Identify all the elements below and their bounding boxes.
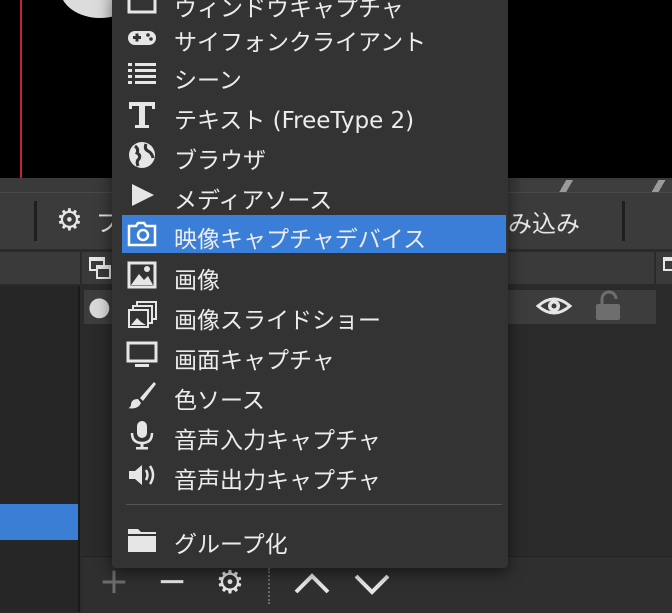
menu-item-label: 映像キャプチャデバイス xyxy=(174,227,427,253)
menu-item-label: 画像スライドショー xyxy=(174,308,381,334)
folder-icon xyxy=(128,529,156,552)
menu-item-audio-input-capture[interactable]: 音声入力キャプチャ xyxy=(122,416,506,454)
camera-icon xyxy=(127,221,157,247)
lock-icon[interactable] xyxy=(594,290,622,322)
divider xyxy=(34,201,37,241)
slideshow-icon xyxy=(128,301,157,328)
microphone-icon xyxy=(130,421,154,450)
toolbar-divider xyxy=(268,568,270,604)
menu-item-label: 音声入力キャプチャ xyxy=(174,428,381,454)
menu-item-video-capture-device[interactable]: 映像キャプチャデバイス xyxy=(122,215,506,253)
menu-item-scene[interactable]: シーン xyxy=(122,56,506,94)
menu-item-label: 画像 xyxy=(174,268,220,294)
scene-list-item-selected[interactable] xyxy=(0,504,78,540)
menu-item-label: グループ化 xyxy=(174,532,288,558)
menu-item-label: サイフォンクライアント xyxy=(174,30,427,56)
speaker-icon xyxy=(129,465,155,485)
menu-item-audio-output-capture[interactable]: 音声出力キャプチャ xyxy=(122,456,506,494)
menu-item-group[interactable]: グループ化 xyxy=(122,520,506,558)
gear-icon[interactable]: ⚙ xyxy=(56,203,83,238)
float-dock-icon[interactable] xyxy=(88,256,112,280)
scenes-dock-header xyxy=(0,252,80,284)
menu-item-label: 色ソース xyxy=(174,388,265,414)
menu-item-image-slideshow[interactable]: 画像スライドショー xyxy=(122,296,506,334)
import-button-label[interactable]: み込み xyxy=(508,204,580,239)
play-icon xyxy=(132,184,154,206)
menu-item-label: ブラウザ xyxy=(174,148,266,174)
globe-icon: ● xyxy=(88,292,111,322)
brush-icon xyxy=(128,382,156,409)
eye-icon[interactable] xyxy=(536,292,572,320)
menu-item-label: テキスト (FreeType 2) xyxy=(174,108,415,134)
menu-item-image[interactable]: 画像 xyxy=(122,256,506,294)
monitor-icon xyxy=(126,341,158,367)
globe-icon xyxy=(129,142,155,168)
float-dock-icon-right[interactable] xyxy=(662,256,672,280)
menu-item-browser[interactable]: ブラウザ xyxy=(122,136,506,174)
move-down-icon[interactable] xyxy=(350,566,394,600)
menu-item-syphon-client[interactable]: サイフォンクライアント xyxy=(122,18,506,56)
menu-item-label: シーン xyxy=(174,68,242,94)
move-up-icon[interactable] xyxy=(290,566,334,600)
menu-item-color-source[interactable]: 色ソース xyxy=(122,376,506,414)
menu-item-label: メディアソース xyxy=(174,188,333,214)
text-icon xyxy=(129,102,155,128)
gamepad-icon xyxy=(128,31,156,45)
preview-texture xyxy=(520,180,672,192)
menu-item-media-source[interactable]: メディアソース xyxy=(122,176,506,214)
menu-item-text-freetype[interactable]: テキスト (FreeType 2) xyxy=(122,96,506,134)
menu-item-label: 画面キャプチャ xyxy=(174,348,335,374)
menu-item-label: 音声出力キャプチャ xyxy=(174,468,381,494)
divider xyxy=(622,201,625,241)
gear-icon[interactable]: ⚙ xyxy=(210,562,250,606)
menu-separator xyxy=(126,504,502,505)
list-icon xyxy=(128,63,156,84)
menu-item-display-capture[interactable]: 画面キャプチャ xyxy=(122,336,506,374)
preview-guide-line xyxy=(20,0,22,188)
scene-list[interactable] xyxy=(0,286,80,612)
image-icon xyxy=(127,261,157,289)
window-capture-icon xyxy=(127,0,157,14)
